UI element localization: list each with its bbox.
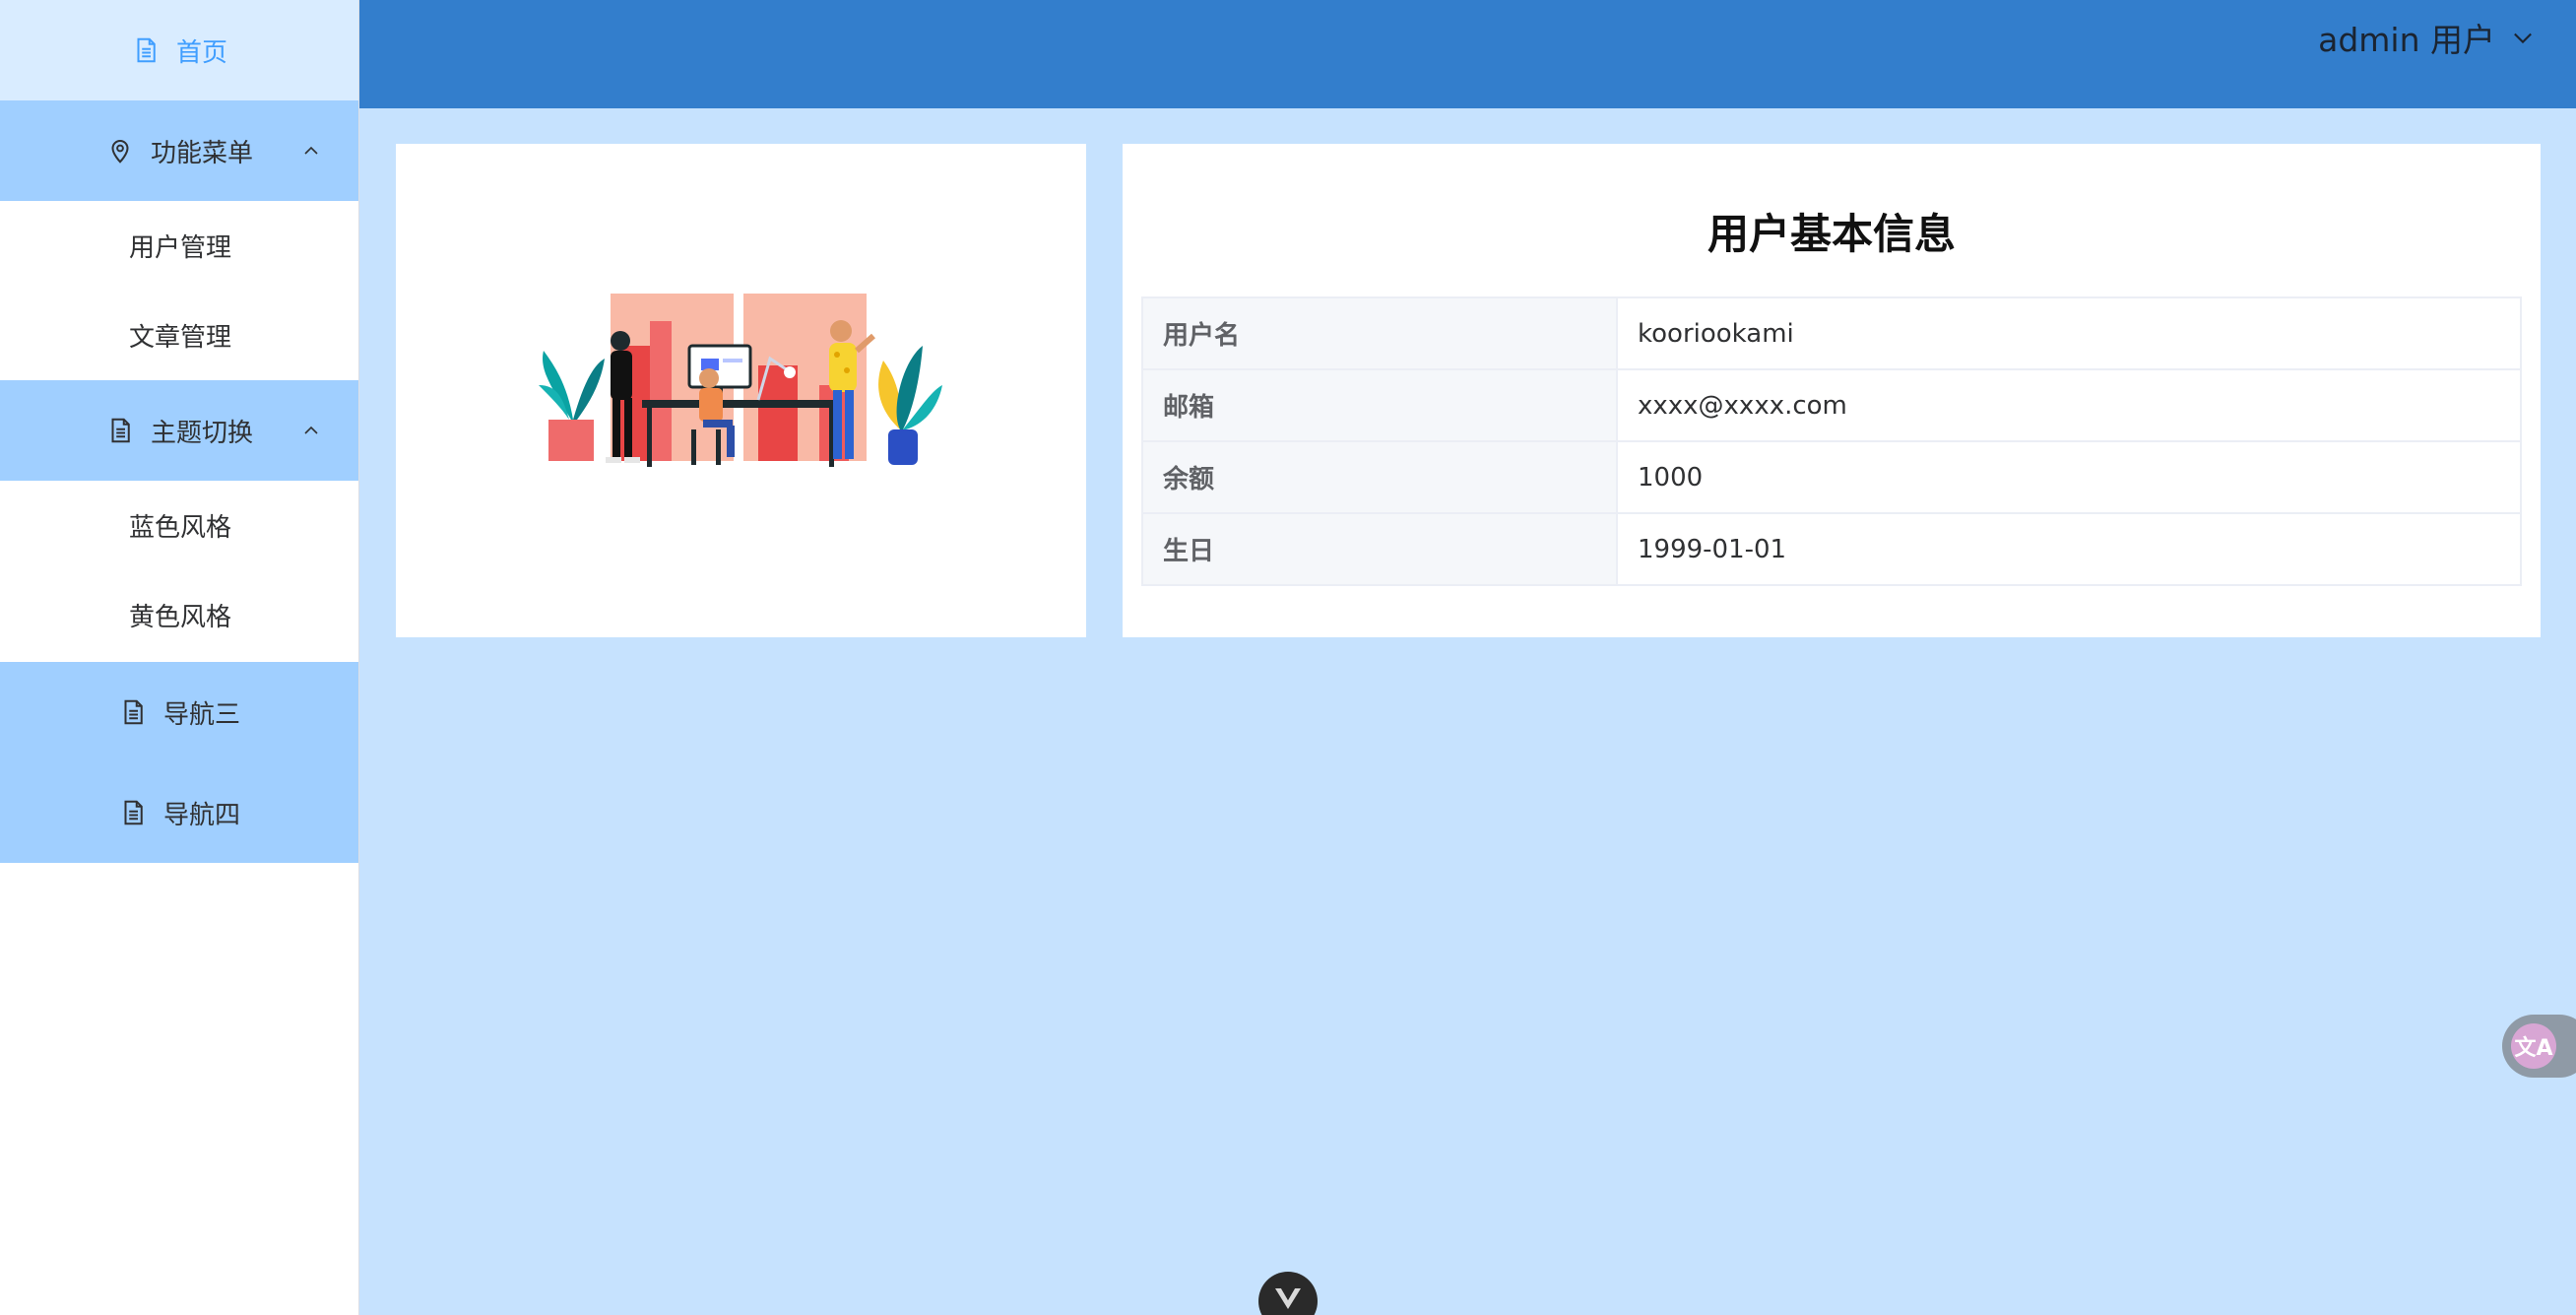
card-title: 用户基本信息: [1707, 210, 1956, 258]
table-row: 生日 1999-01-01: [1141, 512, 2522, 586]
table-row: 余额 1000: [1141, 440, 2522, 514]
document-icon: [118, 697, 148, 727]
document-icon: [118, 798, 148, 827]
chevron-up-icon: [299, 419, 323, 442]
document-icon: [131, 35, 161, 65]
sidebar-item-label: 导航三: [162, 699, 240, 730]
table-row: 用户名 kooriookami: [1141, 296, 2522, 370]
sidebar-item-label: 文章管理: [129, 323, 232, 353]
sidebar-item-label: 黄色风格: [129, 603, 232, 632]
sidebar-item-nav4[interactable]: 导航四: [0, 762, 358, 863]
sidebar-item-user-management[interactable]: 用户管理: [0, 201, 358, 291]
office-illustration: [539, 294, 942, 467]
table-label-cell: 邮箱: [1141, 368, 1618, 442]
document-icon: [105, 416, 135, 445]
illustration-card: [396, 144, 1086, 637]
sidebar-item-label: 首页: [175, 37, 227, 68]
user-info-card: 用户基本信息 用户名 kooriookami 邮箱 xxxx@xxxx.com …: [1123, 144, 2541, 637]
location-icon: [105, 136, 135, 165]
sidebar-item-nav3[interactable]: 导航三: [0, 662, 358, 762]
table-value-cell: xxxx@xxxx.com: [1616, 368, 2522, 442]
vue-devtools-icon: [1275, 1288, 1301, 1309]
sidebar-item-label: 用户管理: [129, 233, 232, 263]
table-value-cell: 1999-01-01: [1616, 512, 2522, 586]
user-label: admin 用户: [2318, 21, 2495, 59]
sidebar-item-label: 蓝色风格: [129, 513, 232, 543]
submenu-label: 功能菜单: [150, 138, 253, 168]
submenu-function-menu[interactable]: 功能菜单: [0, 100, 358, 201]
sidebar: 首页 功能菜单 用户管理 文章管理 主题切换 蓝色风格 黄色风格 导航三 导航四: [0, 0, 359, 1315]
top-header: admin 用户: [359, 0, 2576, 108]
chevron-down-icon: [2509, 24, 2537, 51]
table-label-cell: 用户名: [1141, 296, 1618, 370]
submenu-label: 主题切换: [150, 418, 253, 448]
sidebar-item-article-management[interactable]: 文章管理: [0, 291, 358, 380]
translate-icon: 文A: [2511, 1023, 2556, 1069]
table-row: 邮箱 xxxx@xxxx.com: [1141, 368, 2522, 442]
table-value-cell: kooriookami: [1616, 296, 2522, 370]
translate-button[interactable]: 文A: [2502, 1015, 2576, 1078]
sidebar-item-home[interactable]: 首页: [0, 0, 358, 100]
table-label-cell: 生日: [1141, 512, 1618, 586]
submenu-theme-switch[interactable]: 主题切换: [0, 380, 358, 481]
table-value-cell: 1000: [1616, 440, 2522, 514]
sidebar-item-label: 导航四: [162, 800, 240, 830]
sidebar-item-blue-theme[interactable]: 蓝色风格: [0, 481, 358, 570]
user-dropdown[interactable]: admin 用户: [2318, 18, 2537, 59]
table-label-cell: 余额: [1141, 440, 1618, 514]
user-info-table: 用户名 kooriookami 邮箱 xxxx@xxxx.com 余额 1000…: [1141, 296, 2522, 586]
sidebar-item-yellow-theme[interactable]: 黄色风格: [0, 570, 358, 660]
chevron-up-icon: [299, 139, 323, 163]
vue-devtools-button[interactable]: [1258, 1272, 1318, 1315]
